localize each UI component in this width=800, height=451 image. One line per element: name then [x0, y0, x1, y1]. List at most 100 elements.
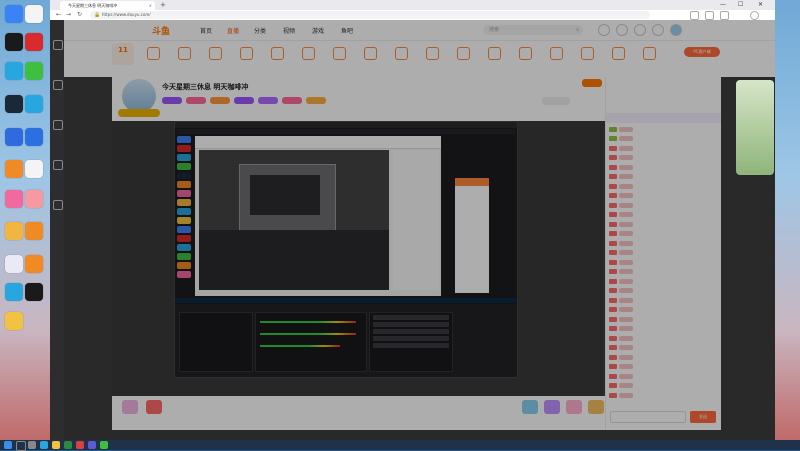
close-window-button[interactable]: ✕: [758, 0, 763, 10]
tab-close-icon[interactable]: ×: [149, 1, 152, 10]
wechat-taskbar-icon[interactable]: [100, 441, 108, 449]
category-item[interactable]: [357, 47, 383, 62]
app-white-icon[interactable]: [25, 160, 43, 178]
profile-icon[interactable]: [750, 11, 759, 20]
sidebar-icon[interactable]: [53, 120, 63, 130]
send-button[interactable]: 发送: [690, 411, 716, 423]
category-item[interactable]: [264, 47, 290, 62]
history-icon[interactable]: [598, 24, 610, 36]
app-bird-icon[interactable]: [5, 222, 23, 240]
chat-tab[interactable]: [606, 113, 721, 123]
pc-client-button[interactable]: PC客户端: [684, 47, 720, 57]
room-tag[interactable]: [282, 97, 302, 104]
search-input[interactable]: 搜索 ⌕: [483, 25, 583, 35]
refresh-icon[interactable]: ↻: [77, 11, 82, 19]
steam-icon[interactable]: [5, 95, 23, 113]
browser-tab[interactable]: 今天星期三休息 明天咖啡冲 ×: [60, 1, 155, 10]
back-icon[interactable]: ←: [56, 11, 61, 19]
message-icon[interactable]: [634, 24, 646, 36]
nav-live[interactable]: 直播: [227, 26, 239, 35]
category-badge[interactable]: 11: [112, 43, 134, 65]
app3-taskbar-icon[interactable]: [88, 441, 96, 449]
category-item[interactable]: [450, 47, 476, 62]
explorer-icon[interactable]: [52, 441, 60, 449]
photo-icon[interactable]: [25, 5, 43, 23]
minimize-button[interactable]: —: [720, 0, 726, 10]
nav-category[interactable]: 分类: [254, 26, 266, 35]
start-icon[interactable]: [4, 441, 12, 449]
feishu2-icon[interactable]: [5, 128, 23, 146]
gift-item[interactable]: [588, 400, 604, 414]
nav-game[interactable]: 游戏: [312, 26, 324, 35]
room-tag[interactable]: [186, 97, 206, 104]
video-player[interactable]: [112, 121, 602, 396]
category-item[interactable]: [295, 47, 321, 62]
app-taskbar-icon[interactable]: [64, 441, 72, 449]
anchor-avatar[interactable]: [122, 79, 156, 113]
task-view-icon[interactable]: [28, 441, 36, 449]
forward-icon[interactable]: →: [66, 11, 71, 19]
chat-input[interactable]: [610, 411, 686, 423]
follow-icon[interactable]: [616, 24, 628, 36]
gift-item[interactable]: [522, 400, 538, 414]
nav-yuba[interactable]: 鱼吧: [341, 26, 353, 35]
category-item[interactable]: [202, 47, 228, 62]
wechat-icon[interactable]: [25, 62, 43, 80]
collections-icon[interactable]: [720, 11, 729, 20]
netease-music-icon[interactable]: [25, 33, 43, 51]
room-tag[interactable]: [234, 97, 254, 104]
qq-icon[interactable]: [25, 283, 43, 301]
app-yellow-icon[interactable]: [5, 312, 23, 330]
gift-item[interactable]: [146, 400, 162, 414]
app-blue-icon[interactable]: [25, 128, 43, 146]
category-item[interactable]: [171, 47, 197, 62]
category-item[interactable]: [388, 47, 414, 62]
favorites-icon[interactable]: [705, 11, 714, 20]
edge2-icon[interactable]: [25, 95, 43, 113]
gift-item[interactable]: [544, 400, 560, 414]
app-orange-icon[interactable]: [5, 160, 23, 178]
app-pink-icon[interactable]: [5, 190, 23, 208]
sidebar-icon[interactable]: [53, 160, 63, 170]
share-button[interactable]: [542, 97, 570, 105]
app-monitor-icon[interactable]: [25, 255, 43, 273]
room-tag[interactable]: [258, 97, 278, 104]
category-item[interactable]: [636, 47, 662, 62]
category-item[interactable]: [233, 47, 259, 62]
sidebar-icon[interactable]: [53, 40, 63, 50]
dota-icon[interactable]: [5, 33, 23, 51]
maximize-button[interactable]: ☐: [738, 0, 743, 10]
room-tag[interactable]: [210, 97, 230, 104]
side-rail-banner[interactable]: [736, 80, 774, 175]
extension-icon[interactable]: [690, 11, 699, 20]
room-tag[interactable]: [162, 97, 182, 104]
edge-icon[interactable]: [5, 62, 23, 80]
room-tag[interactable]: [306, 97, 326, 104]
url-input[interactable]: 🔒 https://www.douyu.com/: [90, 11, 650, 19]
app-grid-icon[interactable]: [5, 255, 23, 273]
category-item[interactable]: [326, 47, 352, 62]
category-item[interactable]: [605, 47, 631, 62]
category-item[interactable]: [419, 47, 445, 62]
sidebar-icon[interactable]: [53, 200, 63, 210]
gift-item[interactable]: [122, 400, 138, 414]
gift-item[interactable]: [566, 400, 582, 414]
upload-icon[interactable]: [652, 24, 664, 36]
app2-taskbar-icon[interactable]: [76, 441, 84, 449]
feishu-icon[interactable]: [5, 5, 23, 23]
nav-video[interactable]: 视频: [283, 26, 295, 35]
category-item[interactable]: [574, 47, 600, 62]
user-avatar[interactable]: [670, 24, 682, 36]
site-logo[interactable]: 斗鱼: [152, 24, 170, 37]
search-icon[interactable]: ⌕: [576, 25, 579, 35]
category-item[interactable]: [512, 47, 538, 62]
app-cat-icon[interactable]: [25, 222, 43, 240]
nav-home[interactable]: 首页: [200, 26, 212, 35]
edge3-icon[interactable]: [5, 283, 23, 301]
category-item[interactable]: [481, 47, 507, 62]
category-item[interactable]: [140, 47, 166, 62]
app-lighter-icon[interactable]: [25, 190, 43, 208]
sidebar-icon[interactable]: [53, 80, 63, 90]
category-item[interactable]: [543, 47, 569, 62]
edge-taskbar-icon[interactable]: [40, 441, 48, 449]
